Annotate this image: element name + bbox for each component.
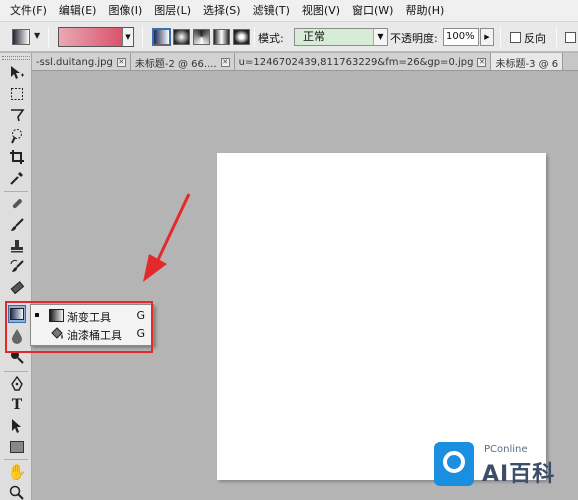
menu-edit[interactable]: 编辑(E): [53, 0, 103, 22]
menu-view[interactable]: 视图(V): [296, 0, 346, 22]
menu-filter[interactable]: 滤镜(T): [247, 0, 296, 22]
toolbox-grip[interactable]: [2, 56, 30, 60]
options-separator: [556, 27, 557, 47]
document-tabs: -ssl.duitang.jpg ✕ 未标题-2 @ 66.... ✕ u=12…: [32, 53, 578, 71]
document-canvas[interactable]: [217, 153, 546, 480]
linear-gradient-button[interactable]: [152, 28, 171, 46]
tab-label: -ssl.duitang.jpg: [36, 56, 113, 68]
document-tab[interactable]: u=1246702439,811763229&fm=26&gp=0.jpg ✕: [234, 53, 492, 70]
zoom-tool-icon[interactable]: [8, 484, 26, 500]
document-tab[interactable]: 未标题-2 @ 66.... ✕: [130, 53, 235, 70]
close-icon[interactable]: ✕: [477, 57, 487, 67]
gradient-swatch[interactable]: ▼: [58, 27, 134, 47]
toolbox-divider: [4, 459, 28, 460]
chevron-down-icon[interactable]: ▼: [373, 29, 387, 45]
menu-image[interactable]: 图像(I): [102, 0, 148, 22]
mode-label: 模式:: [258, 32, 284, 45]
opacity-slider-arrow-icon[interactable]: ▶: [480, 28, 494, 46]
hand-tool-icon[interactable]: ✋: [8, 463, 27, 481]
mode-value: 正常: [303, 30, 325, 43]
healing-brush-tool-icon[interactable]: [8, 195, 26, 213]
options-separator: [254, 27, 255, 47]
angle-gradient-button[interactable]: [193, 29, 210, 45]
opacity-field[interactable]: 100%: [443, 28, 479, 46]
eyedropper-tool-icon[interactable]: [8, 169, 26, 187]
gradient-dropdown-arrow-icon[interactable]: ▼: [122, 28, 133, 46]
pen-tool-icon[interactable]: [8, 375, 26, 393]
path-selection-tool-icon[interactable]: [8, 417, 26, 435]
reverse-label: 反向: [524, 32, 546, 45]
options-separator: [500, 27, 501, 47]
close-icon[interactable]: ✕: [220, 57, 230, 67]
dither-checkbox[interactable]: [565, 32, 576, 43]
opacity-label: 不透明度:: [390, 32, 438, 45]
diamond-gradient-button[interactable]: [233, 29, 250, 45]
menu-window[interactable]: 窗口(W): [346, 0, 399, 22]
radial-gradient-button[interactable]: [173, 29, 190, 45]
tool-preset-picker[interactable]: [12, 29, 30, 45]
watermark: PConline AI百科: [434, 442, 574, 494]
annotation-highlight-box: [5, 301, 153, 353]
watermark-logo-icon: [434, 442, 474, 486]
options-bar: ▼ ▼ 模式: 正常 ▼ 不透明度: 100% ▶ 反向: [0, 22, 578, 52]
watermark-small-text: PConline: [484, 444, 528, 455]
menu-file[interactable]: 文件(F): [4, 0, 53, 22]
document-tab-active[interactable]: 未标题-3 @ 6: [491, 53, 564, 70]
annotation-arrow-icon: [143, 193, 191, 282]
menu-select[interactable]: 选择(S): [197, 0, 247, 22]
options-separator: [48, 27, 49, 47]
tab-label: 未标题-2 @ 66....: [134, 58, 217, 70]
workspace: [32, 72, 578, 500]
options-separator: [142, 27, 143, 47]
watermark-big-text: AI百科: [482, 462, 556, 487]
menu-layer[interactable]: 图层(L): [148, 0, 197, 22]
tool-preset-arrow-icon[interactable]: ▼: [34, 31, 40, 40]
reflected-gradient-button[interactable]: [213, 29, 230, 45]
document-tab[interactable]: -ssl.duitang.jpg ✕: [32, 53, 131, 70]
toolbox-divider: [4, 371, 28, 372]
reverse-checkbox[interactable]: [510, 32, 521, 43]
rectangle-tool-icon[interactable]: [8, 438, 26, 456]
menu-help[interactable]: 帮助(H): [399, 0, 450, 22]
eraser-tool-icon[interactable]: [8, 279, 26, 297]
history-brush-tool-icon[interactable]: [8, 258, 26, 276]
brush-tool-icon[interactable]: [8, 216, 26, 234]
move-tool-icon[interactable]: [8, 64, 26, 82]
mode-select[interactable]: 正常 ▼: [294, 28, 388, 46]
crop-tool-icon[interactable]: [8, 148, 26, 166]
toolbox: T ✋: [0, 53, 32, 500]
menu-bar: 文件(F) 编辑(E) 图像(I) 图层(L) 选择(S) 滤镜(T) 视图(V…: [0, 0, 578, 22]
tab-label: 未标题-3 @ 6: [495, 58, 559, 70]
clone-stamp-tool-icon[interactable]: [8, 237, 26, 255]
marquee-tool-icon[interactable]: [8, 85, 26, 103]
quick-selection-tool-icon[interactable]: [8, 127, 26, 145]
close-icon[interactable]: ✕: [116, 57, 126, 67]
type-tool-icon[interactable]: T: [8, 396, 26, 414]
lasso-tool-icon[interactable]: [8, 106, 26, 124]
tab-label: u=1246702439,811763229&fm=26&gp=0.jpg: [238, 56, 474, 68]
toolbox-divider: [4, 191, 28, 192]
